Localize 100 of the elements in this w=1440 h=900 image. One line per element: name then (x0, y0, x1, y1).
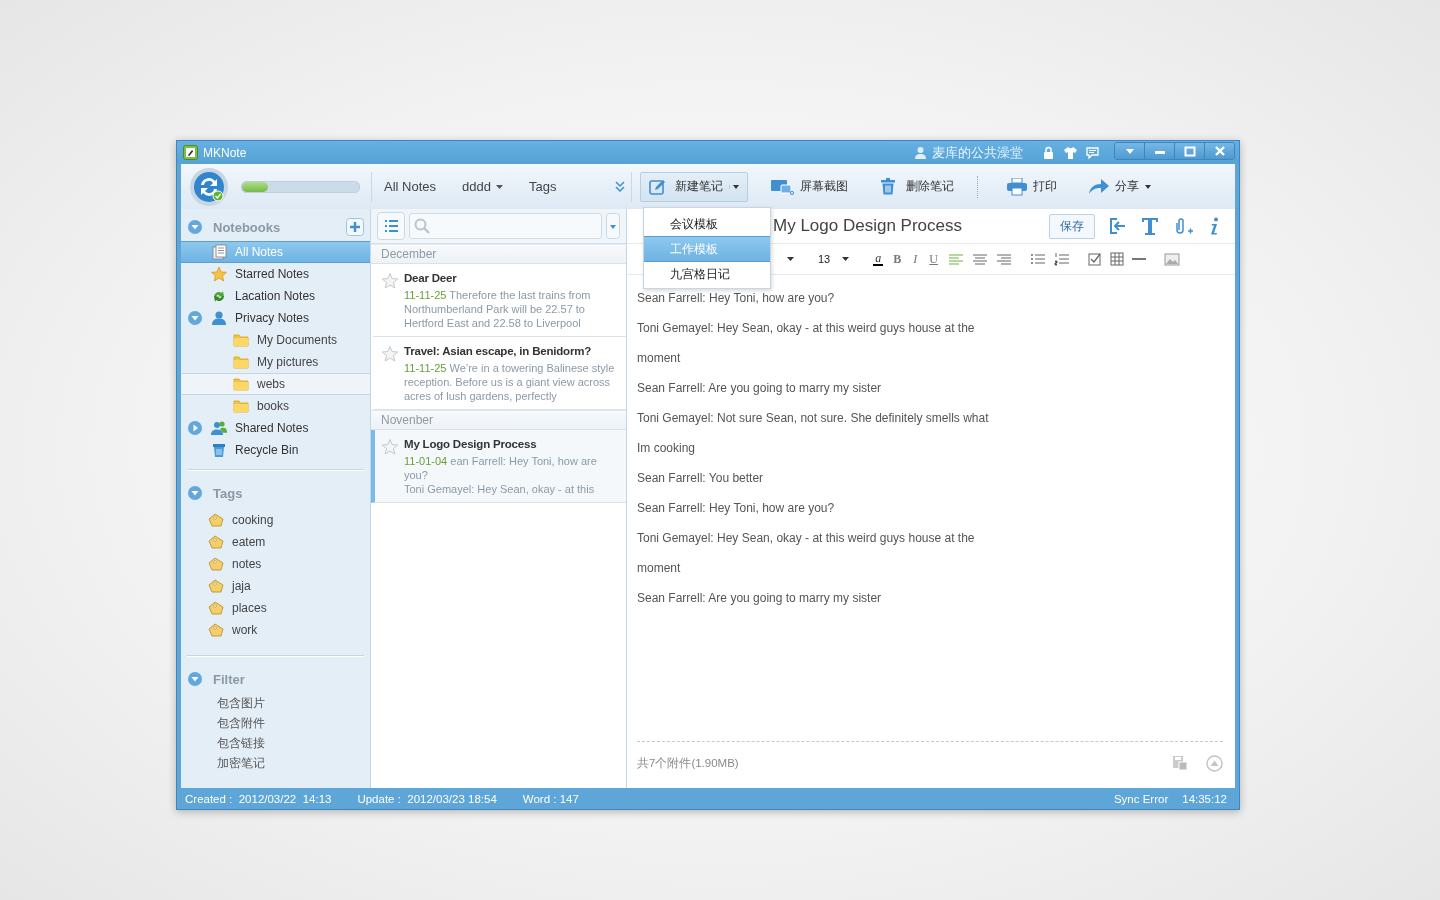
align-right-icon[interactable] (995, 252, 1012, 266)
app-logo-icon (183, 145, 198, 160)
tag-item[interactable]: work (207, 619, 370, 641)
table-icon[interactable] (1109, 252, 1124, 266)
add-icon[interactable] (346, 218, 364, 236)
list-view-icon[interactable] (377, 212, 405, 240)
save-button[interactable]: 保存 (1049, 213, 1095, 239)
text-color-button[interactable]: a (873, 252, 884, 266)
text-format-icon[interactable] (1141, 217, 1159, 235)
image-icon[interactable] (1163, 252, 1180, 266)
star-icon[interactable] (381, 438, 399, 456)
sync-icon[interactable] (189, 166, 229, 207)
filter-item[interactable]: 包含图片 (217, 693, 370, 713)
person-icon (211, 310, 227, 326)
people-icon (211, 420, 227, 436)
caret-icon (842, 257, 850, 261)
note-card[interactable]: My Logo Design Process 11-01-04 ean Farrell: Hey Toni, how are you? Toni Gemayel: Hey Sean, okay - at this (371, 430, 626, 503)
tag-icon (207, 513, 225, 527)
notebook-item[interactable]: Starred Notes (181, 263, 370, 285)
checkbox-icon[interactable] (1087, 252, 1102, 266)
tag-item[interactable]: jaja (207, 575, 370, 597)
star-icon[interactable] (381, 272, 399, 290)
bold-button[interactable]: B (891, 251, 904, 267)
window-title: MKNote (203, 145, 247, 160)
section-title: Filter (213, 671, 245, 687)
sync-status: Sync Error (1113, 792, 1169, 805)
dropdown-icon[interactable] (606, 213, 620, 239)
month-header: December (371, 244, 626, 264)
tag-icon (207, 557, 225, 571)
font-size-dropdown[interactable]: 13 (818, 253, 850, 265)
attach-icon[interactable] (1173, 217, 1195, 235)
notebook-item[interactable]: books (181, 395, 370, 417)
notebook-item[interactable]: My pictures (181, 351, 370, 373)
note-snippet: 11-11-25 Therefore the last trains from Northumberland Park will be 22.57 to Hertford East and 22.58 to Liverpool (404, 288, 592, 330)
star-icon[interactable] (381, 345, 399, 363)
toolbar-button[interactable]: 屏幕截图 (762, 171, 857, 202)
updated-date: Update : 2012/03/23 18:54 (357, 792, 497, 805)
notebook-item[interactable]: Shared Notes (181, 417, 370, 439)
align-left-icon[interactable] (947, 252, 964, 266)
chat-icon[interactable] (1086, 146, 1099, 159)
printer-icon (1007, 177, 1027, 196)
toolbar-button[interactable]: 打印 (998, 171, 1066, 202)
notebook-item[interactable]: My Documents (181, 329, 370, 351)
nav-tab[interactable]: All Notes (384, 179, 437, 194)
body-text-line: moment (637, 350, 682, 367)
save-attachments-icon[interactable] (1172, 755, 1188, 771)
italic-button[interactable]: I (911, 251, 920, 267)
collapse-up-icon[interactable] (1206, 754, 1223, 772)
numbered-list-icon[interactable] (1053, 252, 1070, 266)
tag-item[interactable]: places (207, 597, 370, 619)
tag-item[interactable]: cooking (207, 509, 370, 531)
tag-icon (207, 623, 225, 637)
notebook-item[interactable]: webs (181, 373, 370, 395)
note-snippet: 11-01-04 ean Farrell: Hey Toni, how are you? Toni Gemayel: Hey Sean, okay - at this (404, 454, 598, 496)
toolbar-button[interactable]: 删除笔记 (871, 171, 963, 202)
word-count: Word : 147 (522, 792, 579, 805)
tag-icon (207, 601, 225, 615)
notebook-item[interactable]: Privacy Notes (181, 307, 370, 329)
body-text-line: Sean Farrell: Hey Toni, how are you? (637, 290, 836, 307)
bullet-list-icon[interactable] (1029, 252, 1046, 266)
notes-icon (211, 244, 227, 260)
body-text-line: Sean Farrell: Are you going to marry my sister (637, 380, 883, 397)
month-header: Novenber (371, 410, 626, 430)
tag-icon (207, 535, 225, 549)
notebook-item[interactable]: Lacation Notes (181, 285, 370, 307)
note-card[interactable]: Dear Deer 11-11-25 Therefore the last trains from Northumberland Park will be 22.57 to Hertford East and 22.58 to Liverpool (371, 264, 626, 337)
attachment-summary: 共7个附件(1.90MB) (637, 755, 739, 771)
exit-icon[interactable] (1109, 217, 1127, 235)
caret-icon[interactable] (787, 257, 794, 261)
filter-item[interactable]: 包含链接 (217, 733, 370, 753)
filter-item[interactable]: 包含附件 (217, 713, 370, 733)
body-text-line: Sean Farrell: Are you going to marry my sister (637, 590, 883, 607)
section-title: Notebooks (213, 219, 281, 235)
search-field[interactable] (409, 213, 602, 239)
folder-icon (233, 398, 249, 414)
shirt-icon[interactable] (1064, 146, 1077, 159)
monitor-icon (771, 177, 794, 196)
filter-item[interactable]: 加密笔记 (217, 753, 370, 773)
menu-item[interactable]: 九宫格日记 (644, 262, 770, 286)
notebook-item[interactable]: Recycle Bin (181, 439, 370, 461)
nav-tab[interactable]: dddd (462, 179, 503, 194)
body-text-line: moment (637, 560, 682, 577)
star-icon (211, 266, 227, 282)
menu-item[interactable]: 会议模板 (644, 212, 770, 236)
nav-tab[interactable]: Tags (528, 179, 557, 194)
align-center-icon[interactable] (971, 252, 988, 266)
tag-item[interactable]: notes (207, 553, 370, 575)
note-title: My Logo Design Process (404, 438, 538, 450)
share-arrow-icon (1089, 177, 1109, 196)
lock-icon[interactable] (1042, 146, 1055, 159)
note-title: Dear Deer (404, 272, 458, 284)
search-icon (414, 218, 430, 234)
tag-icon (207, 579, 225, 593)
underline-button[interactable]: U (927, 251, 940, 267)
note-title-field[interactable]: My Logo Design Process (773, 216, 962, 236)
info-icon[interactable] (1209, 217, 1219, 235)
toolbar-button[interactable]: 新建笔记 (640, 171, 748, 202)
expand-chevron-icon[interactable] (615, 181, 625, 192)
toolbar-button[interactable]: 分享 (1080, 171, 1160, 202)
tag-item[interactable]: eatem (207, 531, 370, 553)
